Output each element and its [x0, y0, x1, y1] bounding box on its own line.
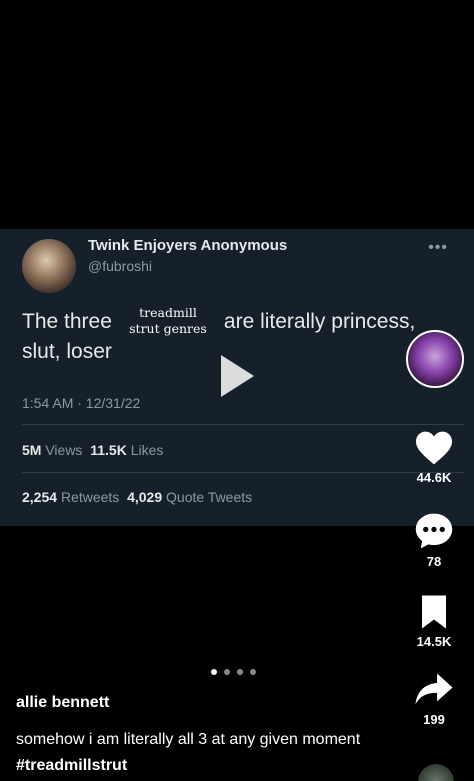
hashtag-link[interactable]: #treadmillstrut: [16, 757, 127, 774]
more-icon: •••: [428, 239, 448, 256]
divider: [22, 424, 464, 425]
tweet-handle: @fubroshi: [88, 258, 153, 274]
tweet-text-start: The three: [22, 310, 112, 333]
bookmark-icon: [422, 595, 446, 629]
carousel-dot[interactable]: [237, 669, 243, 675]
share-icon: [415, 673, 453, 705]
like-button[interactable]: 44.6K: [404, 430, 464, 485]
bookmark-button[interactable]: 14.5K: [404, 594, 464, 649]
tweet-author-avatar: [22, 239, 76, 293]
overlay-line-1: treadmill: [139, 305, 197, 320]
text-overlay: treadmill strut genres: [129, 305, 207, 337]
bookmark-count: 14.5K: [416, 634, 452, 649]
comment-button[interactable]: 78: [404, 512, 464, 569]
comment-count: 78: [426, 554, 442, 569]
views-likes-row: 5M Views 11.5K Likes: [22, 442, 163, 458]
quotes-label: Quote Tweets: [166, 489, 253, 505]
overlay-line-2: strut genres: [129, 321, 207, 336]
retweets-quotes-row: 2,254 Retweets 4,029 Quote Tweets: [22, 489, 252, 505]
post-caption: somehow i am literally all 3 at any give…: [16, 727, 376, 779]
play-icon[interactable]: [221, 355, 254, 397]
carousel-dot[interactable]: [224, 669, 230, 675]
likes-count: 11.5K: [90, 442, 127, 458]
carousel-dot[interactable]: [250, 669, 256, 675]
caption-text: somehow i am literally all 3 at any give…: [16, 731, 361, 748]
tweet-display-name: Twink Enjoyers Anonymous: [88, 237, 288, 254]
retweets-label: Retweets: [60, 489, 120, 505]
divider: [22, 472, 464, 473]
comment-icon: [415, 513, 453, 549]
creator-username[interactable]: allie bennett: [16, 694, 109, 712]
heart-icon: [416, 431, 452, 465]
views-count: 5M: [22, 442, 42, 458]
carousel-indicator: [211, 669, 256, 675]
retweets-count: 2,254: [22, 489, 58, 505]
likes-label: Likes: [130, 442, 164, 458]
like-count: 44.6K: [416, 470, 452, 485]
tweet-timestamp: 1:54 AM · 12/31/22: [22, 395, 141, 411]
carousel-dot[interactable]: [211, 669, 217, 675]
music-disc[interactable]: [418, 764, 454, 781]
share-button[interactable]: 199: [404, 672, 464, 727]
quotes-count: 4,029: [127, 489, 163, 505]
creator-avatar[interactable]: [406, 330, 464, 388]
views-label: Views: [45, 442, 83, 458]
share-count: 199: [423, 712, 445, 727]
